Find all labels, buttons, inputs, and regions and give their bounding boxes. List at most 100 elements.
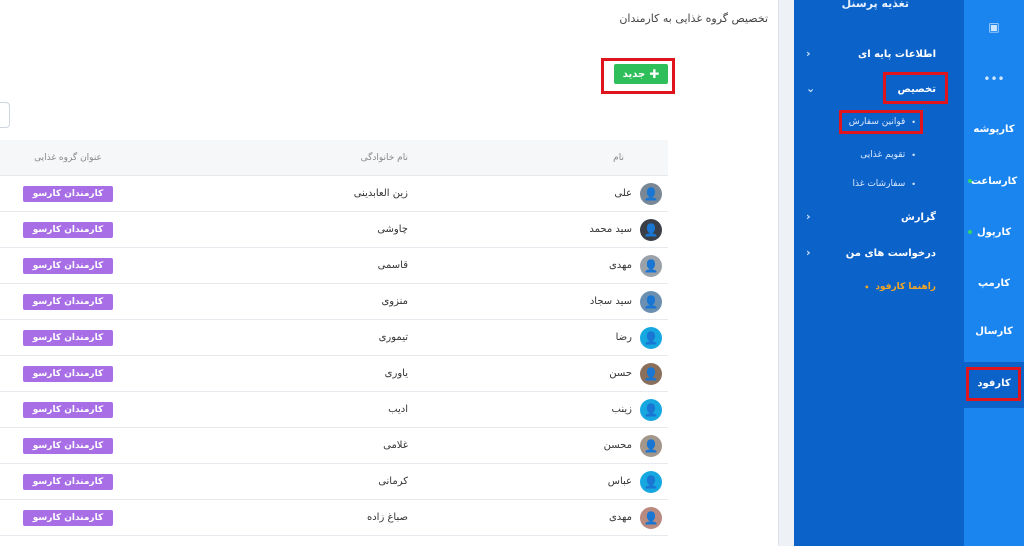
cell-name: رضا [615,332,632,343]
bullet-icon: • [911,150,916,160]
rail-item-label: کارپول [976,227,1012,238]
sidebar-title: تغذیه پرسنل [841,0,909,10]
chevron-left-icon: ‹ [806,210,811,223]
sidebar-item-report[interactable]: گزارش ‹ [794,207,964,227]
main-panel: تخصیص گروه غذایی به کارمندان ✚ جدید نام … [0,0,779,546]
group-badge: کارمندان کارسو [22,257,114,274]
avatar: 👤 [640,506,662,529]
header-family: نام خانوادگی [360,152,408,163]
briefcase-icon[interactable]: ▣ [964,20,1024,34]
avatar: 👤 [640,182,662,205]
cell-name: علی [614,188,632,199]
sidebar-subitem-food-calendar[interactable]: • تقویم غذایی [794,146,964,164]
avatar: 👤 [640,434,662,457]
cell-name: مهدی [608,260,632,271]
new-button-label: جدید [622,68,646,80]
rail-item-karfood[interactable]: کارفود [964,378,1024,389]
sidebar-item-base-info[interactable]: اطلاعات پایه ای ‹ [794,44,964,64]
plus-icon: ✚ [649,67,660,81]
table-row[interactable]: 👤 محسن غلامی کارمندان کارسو [0,428,668,464]
sidebar-guide-label: راهنما کارفود [875,282,936,292]
cell-name: سید سجاد [589,296,632,307]
table-row[interactable]: 👤 زینب ادیب کارمندان کارسو [0,392,668,428]
rail-item-label: کارمپ [977,278,1011,289]
table-header: نام نام خانوادگی عنوان گروه غذایی [0,140,668,176]
avatar: 👤 [640,290,662,313]
cell-family: ادیب [388,404,408,415]
rail-item-karsal[interactable]: کارسال [964,326,1024,337]
cell-family: صباغ زاده [366,512,408,523]
cell-name: حسن [609,368,632,379]
rail-item-karsaat[interactable]: کارساعت [964,176,1024,187]
table-row[interactable]: 👤 مهدی صباغ زاده کارمندان کارسو [0,500,668,536]
cell-family: یاوری [384,368,408,379]
sidebar-item-label: گزارش [900,211,936,223]
module-sidebar: تغذیه پرسنل اطلاعات پایه ای ‹ تخصیص ⌄ • … [794,0,964,546]
group-badge: کارمندان کارسو [22,365,114,382]
more-icon[interactable]: ••• [964,72,1024,86]
default-avatar-icon: 👤 [640,326,662,349]
group-badge: کارمندان کارسو [22,473,114,490]
sidebar-item-allocation[interactable]: تخصیص ⌄ [794,79,964,99]
bullet-icon: • [911,117,916,127]
cell-family: قاسمی [377,260,408,271]
cell-name: زینب [611,404,632,415]
rail-item-karpool[interactable]: کارپول [964,227,1024,238]
cell-family: منزوی [381,296,408,307]
group-badge: کارمندان کارسو [22,401,114,418]
new-button[interactable]: ✚ جدید [614,64,668,84]
group-badge: کارمندان کارسو [22,329,114,346]
cell-family: چاوشی [377,224,408,235]
cell-family: غلامی [383,440,408,451]
sidebar-item-label: اطلاعات پایه ای [858,48,936,60]
sidebar-item-label: درخواست های من [845,247,936,259]
table-row[interactable]: 👤 سید محمد چاوشی کارمندان کارسو [0,212,668,248]
chevron-down-icon: ⌄ [806,82,816,95]
default-avatar-icon: 👤 [640,398,662,421]
default-avatar-icon: 👤 [640,470,662,493]
chevron-left-icon: ‹ [806,246,811,259]
sidebar-guide-link[interactable]: راهنما کارفود • [794,278,964,296]
group-badge: کارمندان کارسو [22,293,114,310]
header-group: عنوان گروه غذایی [34,152,102,163]
bullet-icon: • [864,282,870,292]
table-row[interactable]: 👤 سید سجاد منزوی کارمندان کارسو [0,284,668,320]
cell-name: مهدی [608,512,632,523]
group-badge: کارمندان کارسو [22,221,114,238]
rail-item-label: کارفود [977,378,1011,389]
page-title: تخصیص گروه غذایی به کارمندان [619,12,768,25]
rail-item-label: کارپوشه [973,124,1015,135]
status-dot [968,230,972,234]
cell-family: تیموری [378,332,408,343]
header-name: نام [613,152,624,163]
table-row[interactable]: 👤 رضا تیموری کارمندان کارسو [0,320,668,356]
bullet-icon: • [911,179,916,189]
sidebar-subitem-label: سفارشات غذا [852,179,906,189]
sidebar-item-my-requests[interactable]: درخواست های من ‹ [794,243,964,263]
search-input[interactable] [0,102,10,128]
rail-item-label: کارساعت [970,176,1018,187]
status-dot [968,179,972,183]
app-rail: ▣ ••• کارپوشه کارساعت کارپول کارمپ کارسا… [964,0,1024,546]
rail-item-karmap[interactable]: کارمپ [964,278,1024,289]
table-row[interactable]: 👤 عباس کرمانی کارمندان کارسو [0,464,668,500]
sidebar-subitem-food-orders[interactable]: • سفارشات غذا [794,175,964,193]
sidebar-subitem-label: قوانین سفارش [848,117,906,127]
avatar: 👤 [640,254,662,277]
table-row[interactable]: 👤 حسن یاوری کارمندان کارسو [0,356,668,392]
rail-item-label: کارسال [975,326,1013,337]
rail-item-karpooshe[interactable]: کارپوشه [964,124,1024,135]
sidebar-subitem-label: تقویم غذایی [860,150,906,160]
cell-family: کرمانی [378,476,408,487]
sidebar-subitem-order-rules[interactable]: • قوانین سفارش [794,113,964,131]
group-badge: کارمندان کارسو [22,185,114,202]
table-row[interactable]: 👤 مهدی قاسمی کارمندان کارسو [0,248,668,284]
cell-name: سید محمد [589,224,632,235]
cell-family: زین العابدینی [353,188,408,199]
table-row[interactable]: 👤 علی زین العابدینی کارمندان کارسو [0,176,668,212]
cell-name: محسن [603,440,632,451]
group-badge: کارمندان کارسو [22,437,114,454]
group-badge: کارمندان کارسو [22,509,114,526]
avatar: 👤 [640,218,662,241]
sidebar-item-label: تخصیص [897,83,936,95]
